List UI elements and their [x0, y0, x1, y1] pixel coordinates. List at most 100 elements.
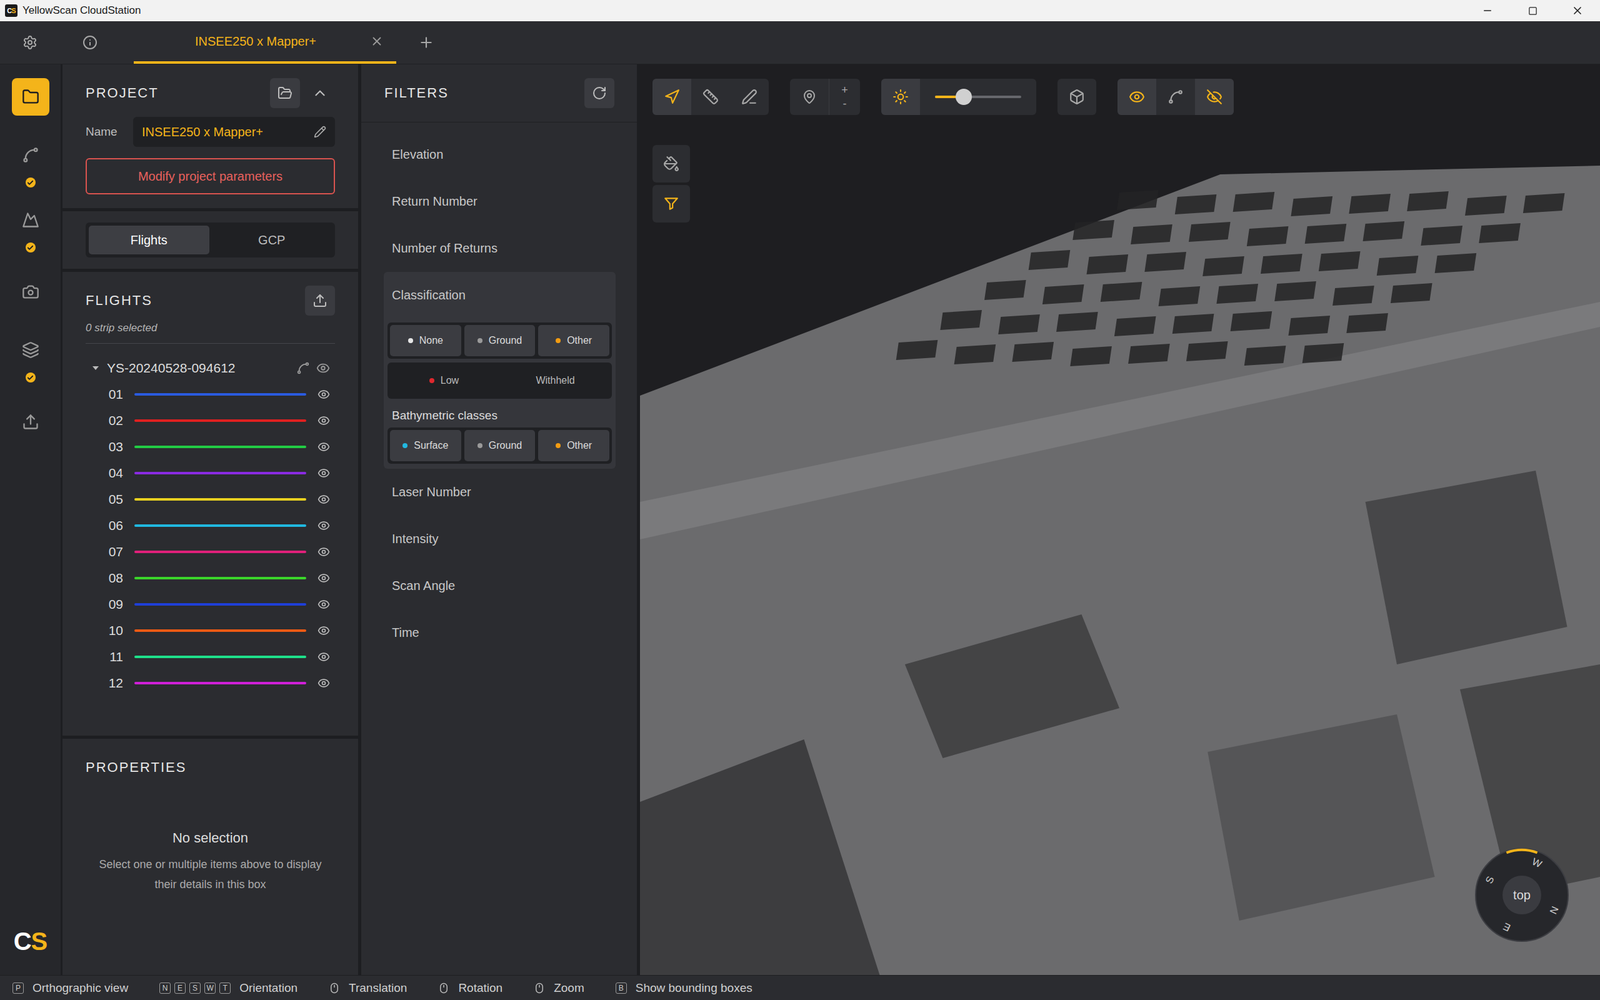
info-button[interactable]: [60, 21, 120, 64]
export-flights-button[interactable]: [305, 285, 335, 316]
class-chip[interactable]: None: [390, 325, 462, 357]
navigate-button[interactable]: [652, 78, 692, 115]
strip-visibility-toggle[interactable]: [317, 571, 330, 585]
strip-visibility-toggle[interactable]: [317, 545, 330, 559]
draw-button[interactable]: [730, 78, 769, 115]
perspective-button[interactable]: [1057, 78, 1097, 115]
eye-icon: [317, 388, 330, 401]
measure-button[interactable]: [691, 78, 730, 115]
decrease-button[interactable]: -: [843, 98, 847, 110]
trajectory-icon[interactable]: [296, 361, 310, 375]
point-cloud-view[interactable]: [640, 64, 1600, 975]
slider-knob[interactable]: [955, 88, 972, 105]
filter-item[interactable]: Elevation: [383, 131, 616, 179]
pencil-icon[interactable]: [313, 125, 327, 139]
strip-row[interactable]: 05: [85, 486, 335, 513]
filter-item[interactable]: Return Number: [383, 178, 616, 225]
class-chip[interactable]: Ground: [464, 430, 536, 462]
strip-row[interactable]: 01: [85, 381, 335, 408]
strip-visibility-toggle[interactable]: [317, 598, 330, 611]
strip-row[interactable]: 07: [85, 538, 335, 565]
trajectory-button[interactable]: [1156, 78, 1195, 115]
point-size-button[interactable]: [790, 78, 829, 115]
expand-icon[interactable]: [91, 364, 100, 372]
filter-item[interactable]: Classification: [387, 271, 612, 319]
filter-item[interactable]: Scan Angle: [383, 562, 616, 610]
rail-item[interactable]: [11, 259, 50, 325]
increase-button[interactable]: +: [841, 84, 849, 96]
strip-row[interactable]: 08: [85, 565, 335, 592]
strip-visibility-toggle[interactable]: [317, 493, 330, 506]
compass[interactable]: WNEStop: [1475, 848, 1569, 942]
rail-item[interactable]: [11, 129, 50, 195]
strip-visibility-toggle[interactable]: [317, 440, 330, 454]
strip-row[interactable]: 11: [85, 643, 335, 670]
strip-row[interactable]: 09: [85, 591, 335, 618]
rail-button[interactable]: [11, 273, 50, 311]
slider-track[interactable]: [935, 95, 1022, 99]
class-chip[interactable]: Other: [538, 325, 610, 357]
visibility-button[interactable]: [1117, 78, 1157, 115]
class-chip[interactable]: Other: [538, 430, 610, 462]
rail-button[interactable]: [11, 331, 50, 369]
rail-item[interactable]: [11, 64, 50, 130]
strip-row[interactable]: 10: [85, 617, 335, 644]
rail-item[interactable]: [11, 389, 50, 455]
collapse-button[interactable]: [305, 78, 335, 109]
paint-button[interactable]: [652, 145, 690, 183]
class-chip[interactable]: Ground: [464, 325, 536, 357]
view-toggle-button[interactable]: GCP: [211, 225, 333, 255]
strip-visibility-toggle[interactable]: [317, 388, 330, 401]
class-chip[interactable]: Surface: [390, 430, 462, 462]
modify-project-button[interactable]: Modify project parameters: [85, 158, 335, 195]
view-toggle-button[interactable]: Flights: [88, 225, 210, 255]
strip-visibility-toggle[interactable]: [317, 624, 330, 637]
class-chip[interactable]: Low: [390, 365, 499, 397]
view-mode-button[interactable]: top: [1502, 875, 1542, 915]
strip-visibility-toggle[interactable]: [317, 466, 330, 480]
filter-button[interactable]: [652, 185, 690, 223]
project-tab[interactable]: INSEE250 x Mapper+: [133, 21, 397, 64]
open-folder-button[interactable]: [270, 78, 300, 109]
surface-icon: [21, 211, 40, 229]
add-tab-button[interactable]: [396, 21, 457, 64]
eye-icon[interactable]: [316, 361, 330, 375]
strip-visibility-toggle[interactable]: [317, 650, 330, 664]
lighting-slider[interactable]: [920, 78, 1037, 115]
shortcut-hint: Translation: [328, 981, 407, 995]
strip-visibility-toggle[interactable]: [317, 676, 330, 690]
strip-row[interactable]: 02: [85, 407, 335, 434]
settings-button[interactable]: [0, 21, 60, 64]
rail-button[interactable]: [11, 201, 50, 239]
hidden-button[interactable]: [1195, 78, 1234, 115]
empty-heading: No selection: [172, 830, 249, 847]
strip-row[interactable]: 06: [85, 512, 335, 539]
class-chip[interactable]: Withheld: [501, 365, 610, 397]
rail-button[interactable]: [11, 403, 50, 441]
strip-visibility-toggle[interactable]: [317, 414, 330, 427]
maximize-button[interactable]: [1510, 0, 1555, 22]
rail-item[interactable]: [11, 324, 50, 390]
reset-filters-button[interactable]: [584, 78, 615, 109]
name-field[interactable]: INSEE250 x Mapper+: [133, 116, 335, 147]
tab-close-button[interactable]: [370, 34, 384, 49]
strip-row[interactable]: 03: [85, 433, 335, 460]
gear-icon: [22, 35, 38, 50]
filter-item[interactable]: Time: [383, 609, 616, 657]
filter-item[interactable]: Number of Returns: [383, 225, 616, 272]
flight-group-row[interactable]: YS-20240528-094612: [85, 355, 335, 382]
rail-button[interactable]: [11, 136, 50, 174]
rail-item[interactable]: [11, 194, 50, 260]
lighting-button[interactable]: [881, 78, 920, 115]
filter-item[interactable]: Laser Number: [383, 468, 616, 516]
filter-item[interactable]: Intensity: [383, 515, 616, 563]
close-window-button[interactable]: [1555, 0, 1600, 22]
strip-row[interactable]: 12: [85, 670, 335, 697]
strip-row[interactable]: 04: [85, 460, 335, 487]
strip-visibility-toggle[interactable]: [317, 519, 330, 532]
strip-color-line: [134, 629, 307, 632]
eye-icon: [317, 624, 330, 637]
shortcut-label: Translation: [348, 981, 407, 995]
rail-button[interactable]: [11, 78, 50, 116]
minimize-button[interactable]: [1465, 0, 1510, 22]
